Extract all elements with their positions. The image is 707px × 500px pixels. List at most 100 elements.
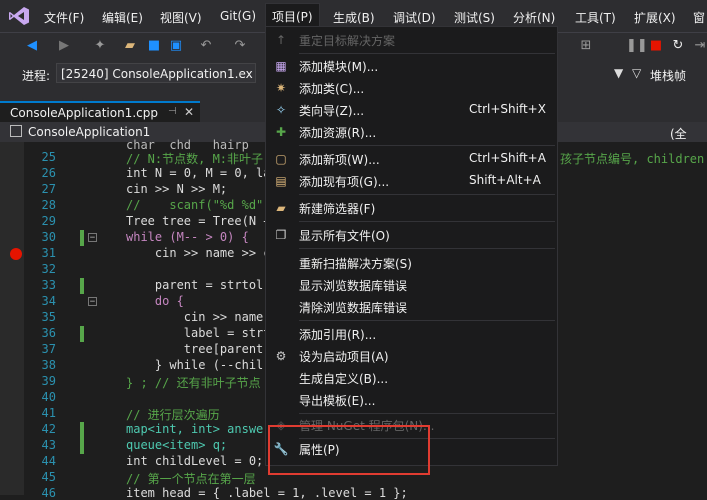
- stack-frame-label: 堆栈帧: [650, 69, 687, 83]
- code-line: // 第一个节点在第一层: [126, 472, 256, 486]
- menu-window[interactable]: 窗: [693, 9, 705, 26]
- menu-separator: [299, 53, 555, 54]
- restart-icon[interactable]: ↻: [670, 38, 686, 54]
- add-class-icon: ✷: [275, 81, 287, 95]
- process-label: 进程:: [22, 69, 51, 83]
- menu-item-set-startup-project[interactable]: ⚙ 设为启动项目(A): [266, 345, 557, 367]
- member-scope-dropdown[interactable]: (全: [670, 125, 687, 142]
- redo-icon[interactable]: ↷: [232, 38, 248, 54]
- menu-item-add-new-item[interactable]: ▢ 添加新项(W)... Ctrl+Shift+A: [266, 148, 557, 170]
- code-line: cin >> N >> M;: [126, 182, 228, 196]
- stop-icon[interactable]: ■: [648, 38, 664, 54]
- shortcut-text: Ctrl+Shift+A: [469, 151, 546, 165]
- menu-analyze[interactable]: 分析(N): [513, 9, 555, 26]
- line-number: 25: [41, 150, 56, 164]
- menu-edit[interactable]: 编辑(E): [102, 9, 143, 26]
- filter-clear-icon[interactable]: ▽: [632, 66, 641, 80]
- properties-highlight-box: [268, 425, 430, 475]
- menu-item-class-wizard[interactable]: ✧ 类向导(Z)... Ctrl+Shift+X: [266, 99, 557, 121]
- save-all-icon[interactable]: ▣: [168, 38, 184, 54]
- menu-separator: [299, 248, 555, 249]
- menu-item-add-reference[interactable]: 添加引用(R)...: [266, 323, 557, 345]
- code-line: cin >> name >> c: [126, 246, 271, 260]
- menu-item-add-existing-item[interactable]: ▤ 添加现有项(G)... Shift+Alt+A: [266, 170, 557, 192]
- fold-toggle-icon[interactable]: −: [88, 233, 97, 243]
- line-number: 27: [41, 182, 56, 196]
- menu-git[interactable]: Git(G): [220, 9, 256, 23]
- menu-item-add-resource[interactable]: ✚ 添加资源(R)...: [266, 121, 557, 143]
- line-number: 37: [41, 342, 56, 356]
- menu-item-clear-browse-db-errors[interactable]: 清除浏览数据库错误: [266, 296, 557, 318]
- pin-icon[interactable]: ⊣: [168, 106, 177, 117]
- process-value: [25240] ConsoleApplication1.ex: [61, 67, 253, 81]
- code-line: while (M-- > 0) {: [126, 230, 249, 244]
- menu-extensions[interactable]: 扩展(X): [634, 9, 676, 26]
- code-line: queue<item> q;: [126, 438, 228, 452]
- new-project-icon[interactable]: ✦: [92, 38, 108, 54]
- close-icon[interactable]: ✕: [184, 105, 194, 119]
- menu-item-add-module[interactable]: ▦ 添加模块(M)...: [266, 55, 557, 77]
- line-number: 35: [41, 310, 56, 324]
- window-icon[interactable]: ⊞: [578, 38, 594, 54]
- code-line: label = strt: [126, 326, 271, 340]
- breakpoint-margin[interactable]: [0, 142, 24, 495]
- menu-build[interactable]: 生成(B): [333, 9, 375, 26]
- add-existing-item-icon: ▤: [275, 174, 287, 188]
- menu-tools[interactable]: 工具(T): [575, 9, 616, 26]
- change-marker: [80, 422, 84, 454]
- menu-item-add-class[interactable]: ✷ 添加类(C)...: [266, 77, 557, 99]
- code-line: // N:节点数, M:非叶子: [126, 152, 264, 166]
- code-line: do {: [126, 294, 184, 308]
- code-line: } while (--chil: [126, 358, 264, 372]
- project-scope-dropdown[interactable]: ConsoleApplication1: [28, 125, 150, 139]
- line-number: 46: [41, 486, 56, 500]
- breakpoint-icon[interactable]: [10, 248, 22, 260]
- line-number: 40: [41, 390, 56, 404]
- menu-item-show-all-files[interactable]: ❐ 显示所有文件(O): [266, 224, 557, 246]
- menu-separator: [299, 194, 555, 195]
- line-number: 44: [41, 454, 56, 468]
- line-number: 32: [41, 262, 56, 276]
- menu-item-build-customizations[interactable]: 生成自定义(B)...: [266, 367, 557, 389]
- code-comment-tail: 孩子节点编号, children: [560, 152, 705, 166]
- code-line: int N = 0, M = 0, la: [126, 166, 271, 180]
- code-line: cin >> name;: [126, 310, 271, 324]
- code-line: map<int, int> answer: [126, 422, 271, 436]
- code-line: // scanf("%d %d",: [126, 198, 271, 212]
- process-select[interactable]: [25240] ConsoleApplication1.ex: [56, 63, 256, 83]
- line-number: 45: [41, 470, 56, 484]
- menu-item-retarget-solution[interactable]: ↑ 重定目标解决方案: [266, 29, 557, 51]
- visual-studio-logo-icon[interactable]: [8, 6, 30, 26]
- menu-item-new-filter[interactable]: ▰ 新建筛选器(F): [266, 197, 557, 219]
- line-number: 29: [41, 214, 56, 228]
- forward-icon[interactable]: ▶: [56, 38, 72, 54]
- line-number: 28: [41, 198, 56, 212]
- open-folder-icon[interactable]: ▰: [122, 38, 138, 54]
- pause-icon[interactable]: ❚❚: [626, 38, 648, 54]
- menu-item-show-browse-db-errors[interactable]: 显示浏览数据库错误: [266, 274, 557, 296]
- code-line: Tree tree = Tree(N +: [126, 214, 271, 228]
- save-icon[interactable]: ■: [146, 38, 162, 54]
- show-all-files-icon: ❐: [275, 228, 287, 242]
- shortcut-text: Shift+Alt+A: [469, 173, 541, 187]
- fold-toggle-icon[interactable]: −: [88, 297, 97, 307]
- menu-file[interactable]: 文件(F): [44, 9, 84, 26]
- line-number: 41: [41, 406, 56, 420]
- line-number: 36: [41, 326, 56, 340]
- menu-item-export-template[interactable]: 导出模板(E)...: [266, 389, 557, 411]
- code-line: // 进行层次遍历: [126, 408, 220, 422]
- menu-test[interactable]: 测试(S): [454, 9, 495, 26]
- arrow-up-icon: ↑: [275, 33, 287, 47]
- menu-view[interactable]: 视图(V): [160, 9, 202, 26]
- change-marker: [80, 278, 84, 294]
- class-wizard-icon: ✧: [275, 103, 287, 117]
- step-icon[interactable]: ⇥: [692, 38, 707, 54]
- tab-consoleapplication1-cpp[interactable]: ConsoleApplication1.cpp ⊣ ✕: [0, 101, 200, 124]
- add-new-item-icon: ▢: [275, 152, 287, 166]
- filter-icon[interactable]: ▼: [614, 66, 623, 80]
- back-icon[interactable]: ◀: [24, 38, 40, 54]
- menu-debug[interactable]: 调试(D): [393, 9, 436, 26]
- menu-item-rescan-solution[interactable]: 重新扫描解决方案(S): [266, 252, 557, 274]
- change-marker: [80, 326, 84, 342]
- undo-icon[interactable]: ↶: [198, 38, 214, 54]
